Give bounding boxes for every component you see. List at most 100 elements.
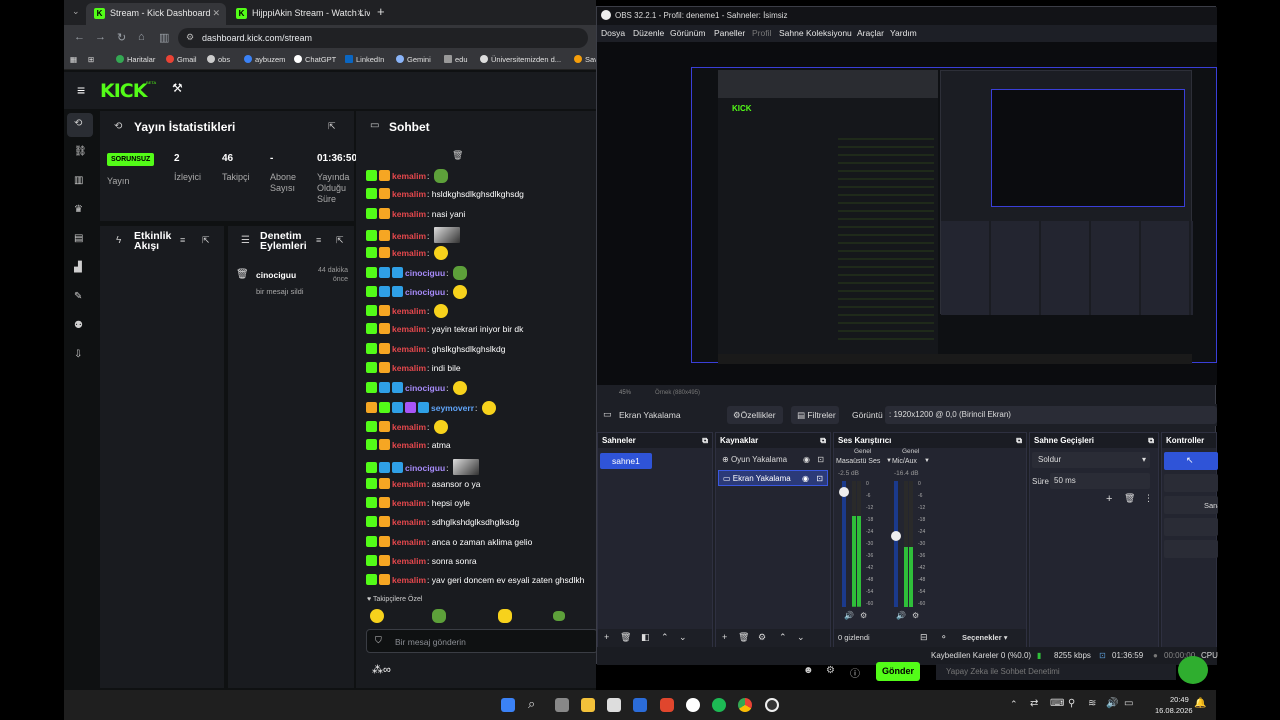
chat-username[interactable]: kemalim — [392, 171, 426, 181]
back-icon[interactable]: ← — [74, 31, 85, 43]
menu-yardim[interactable]: Yardım — [890, 28, 917, 38]
move-down-icon[interactable]: ⌄ — [797, 632, 805, 643]
gear-icon[interactable]: ⚙ — [912, 611, 919, 620]
trash-icon[interactable]: 🗑 — [620, 632, 631, 643]
reload-icon[interactable]: ↻ — [117, 31, 126, 44]
chat-username[interactable]: kemalim — [392, 324, 426, 334]
chat-username[interactable]: kemalim — [392, 575, 426, 585]
new-tab-button[interactable]: + — [377, 4, 385, 19]
menu-gorunum[interactable]: Görünüm — [670, 28, 705, 38]
gear-icon[interactable]: ⚙ — [758, 632, 766, 643]
obs-icon[interactable] — [765, 698, 779, 712]
eye-icon[interactable]: ◉ — [803, 455, 810, 464]
grid-icon[interactable]: ⊞ — [88, 55, 94, 64]
bookmark-universite[interactable]: Üniversitemizden d... — [480, 55, 561, 64]
chat-username[interactable]: kemalim — [392, 344, 426, 354]
emoji-icon[interactable]: ☻ — [803, 665, 814, 676]
popout-icon[interactable]: ⇱ — [328, 121, 336, 132]
tab-watch-live[interactable]: K HijppiAkin Stream - Watch Live ✕ — [228, 3, 370, 25]
chat-username[interactable]: cinociguu — [405, 463, 445, 473]
tab-kick-dashboard[interactable]: K Stream - Kick Dashboard ✕ — [86, 3, 226, 25]
chart-icon[interactable]: ▥ — [74, 175, 83, 186]
kick-logo[interactable]: KICK — [100, 80, 147, 102]
bookmark-sav[interactable]: Sav — [574, 55, 596, 64]
filter-icon[interactable]: ≡ — [180, 235, 185, 245]
menu-sahne-koleksiyonu[interactable]: Sahne Koleksiyonu — [779, 28, 852, 38]
search-icon[interactable]: ⌕ — [528, 696, 535, 712]
forward-icon[interactable]: → — [95, 31, 106, 43]
chat-username[interactable]: kemalim — [392, 537, 426, 547]
add-icon[interactable]: + — [722, 632, 727, 642]
chat-username[interactable]: kemalim — [392, 248, 426, 258]
download-icon[interactable]: ⇩ — [74, 349, 82, 360]
emote-icon[interactable] — [553, 611, 565, 621]
clock-time[interactable]: 20:49 — [1170, 695, 1189, 704]
chat-settings-icon[interactable]: ⁂∞ — [372, 663, 391, 676]
eye-icon[interactable]: ◉ — [802, 474, 809, 483]
trophy-icon[interactable]: ♛ — [74, 204, 83, 215]
lock-icon[interactable]: ⊡ — [817, 455, 824, 464]
chat-username[interactable]: kemalim — [392, 306, 426, 316]
chat-username[interactable]: seymoverr — [431, 403, 474, 413]
sidepanel-icon[interactable]: ▥ — [159, 31, 169, 44]
minimize-icon[interactable]: ⊟ — [920, 632, 928, 643]
emote-icon[interactable] — [498, 609, 512, 623]
slider-handle[interactable] — [839, 487, 849, 497]
chat-input[interactable]: ⛉ Bir mesaj gönderin — [366, 629, 596, 653]
bookmark-edu[interactable]: edu — [444, 55, 468, 64]
menu-araclar[interactable]: Araçlar — [857, 28, 884, 38]
chat-username[interactable]: kemalim — [392, 498, 426, 508]
add-icon[interactable]: + — [1106, 493, 1112, 505]
wrench-icon[interactable]: ✎ — [74, 291, 82, 302]
analytics-icon[interactable]: ▟ — [74, 262, 82, 273]
notification-icon[interactable]: 🔔 — [1194, 698, 1206, 709]
speaker-icon[interactable]: 🔊 — [844, 611, 854, 620]
transition-select[interactable]: Soldur ▾ — [1032, 452, 1150, 468]
menu-profil[interactable]: Profil — [752, 28, 771, 38]
start-stream-button[interactable]: ↖ — [1164, 452, 1218, 470]
volume-slider-mic[interactable] — [891, 481, 901, 607]
microphone-icon[interactable]: ⚲ — [1068, 698, 1075, 709]
link-icon[interactable]: ⛓ — [74, 146, 87, 157]
site-info-icon[interactable]: ⚙ — [186, 32, 194, 43]
menu-duzenle[interactable]: Düzenle — [633, 28, 664, 38]
chat-username[interactable]: kemalim — [392, 479, 426, 489]
source-item-ekran[interactable]: ▭ Ekran Yakalama ◉ ⊡ — [718, 470, 828, 486]
lock-icon[interactable]: ⊡ — [816, 474, 823, 483]
tray-chevron-icon[interactable]: ⌃ — [1010, 699, 1018, 710]
send-button[interactable]: Gönder — [876, 662, 920, 681]
bookmark-gmail[interactable]: Gmail — [166, 55, 197, 64]
mod-entry-user[interactable]: cinociguu — [256, 270, 296, 280]
gear-icon[interactable]: ⚙ — [826, 665, 835, 676]
ai-app-icon[interactable] — [686, 698, 700, 712]
speaker-icon[interactable]: 🔊 — [896, 611, 906, 620]
wifi-icon[interactable]: ≋ — [1088, 698, 1096, 709]
bookmark-gemini[interactable]: Gemini — [396, 55, 431, 64]
tray-app-icon[interactable]: ⇄ — [1030, 698, 1038, 709]
duration-spinbox[interactable]: 50 ms — [1050, 473, 1150, 489]
obs-preview[interactable]: KICK 45% Örnek (880x495) — [597, 42, 1217, 396]
filter-icon[interactable]: ◧ — [641, 632, 650, 643]
chat-username[interactable]: kemalim — [392, 363, 426, 373]
slider-handle[interactable] — [891, 531, 901, 541]
studio-mode-button[interactable] — [1164, 518, 1218, 536]
close-icon[interactable]: ✕ — [212, 8, 220, 19]
start-recording-button[interactable] — [1164, 474, 1218, 492]
bookmark-aybuzem[interactable]: aybuzem — [244, 55, 285, 64]
home-icon[interactable]: ⌂ — [138, 31, 145, 43]
move-down-icon[interactable]: ⌄ — [679, 632, 687, 643]
spotify-icon[interactable] — [712, 698, 726, 712]
url-input[interactable]: ⚙ dashboard.kick.com/stream — [178, 28, 588, 48]
chrome-icon[interactable] — [738, 698, 752, 712]
virtual-camera-button[interactable]: Sanal K — [1164, 496, 1218, 514]
chat-username[interactable]: kemalim — [392, 231, 426, 241]
gear-icon[interactable]: ⚙ — [860, 611, 867, 620]
preview-canvas[interactable]: KICK — [691, 67, 1217, 364]
battery-icon[interactable]: ▭ — [1124, 698, 1133, 709]
more-icon[interactable]: ⋮ — [1144, 493, 1153, 504]
start-icon[interactable] — [501, 698, 515, 712]
tab-list-icon[interactable]: ⌄ — [72, 6, 80, 17]
options-menu[interactable]: Seçenekler ▾ — [962, 633, 1007, 642]
tray-app-icon[interactable]: ⌨ — [1050, 698, 1064, 709]
hammer-icon[interactable]: ⚒ — [172, 81, 183, 95]
